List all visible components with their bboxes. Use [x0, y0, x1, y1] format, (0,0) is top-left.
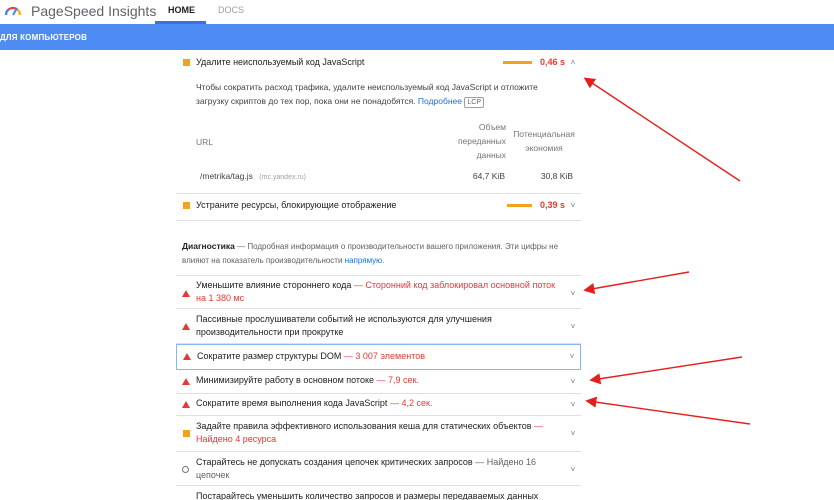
info-circle-icon: [182, 466, 189, 473]
annotation-arrow: [585, 396, 751, 425]
audit-dom-size[interactable]: Сократите размер структуры DOM — 3 007 э…: [176, 344, 581, 370]
audit-title: Сократите время выполнения кода JavaScri…: [196, 398, 433, 408]
row-transfer: 64,7 KiB: [472, 171, 505, 181]
app-title: PageSpeed Insights: [31, 3, 157, 19]
diagnostics-link[interactable]: напрямую: [345, 256, 382, 265]
audit-critical-chains[interactable]: Старайтесь не допускать создания цепочек…: [176, 452, 581, 486]
audit-title: Задайте правила эффективного использован…: [196, 421, 544, 444]
fail-triangle-icon: [182, 323, 190, 330]
audit-main-thread[interactable]: Минимизируйте работу в основном потоке —…: [176, 370, 581, 394]
savings-bar: [507, 204, 532, 207]
audit-description: Чтобы сократить расход трафика, удалите …: [196, 80, 556, 108]
item-detail: 7,9 сек.: [388, 375, 420, 385]
fail-triangle-icon: [182, 378, 190, 385]
fail-triangle-icon: [183, 353, 191, 360]
item-title: Задайте правила эффективного использован…: [196, 421, 532, 431]
top-app-bar: PageSpeed Insights HOME DOCS: [0, 0, 834, 24]
audit-render-blocking[interactable]: Устраните ресурсы, блокирующие отображен…: [176, 194, 581, 221]
audit-title: Уменьшите влияние стороннего кода — Стор…: [196, 280, 556, 303]
learn-more-link[interactable]: Подробнее: [418, 96, 462, 106]
item-detail: 4,2 сек.: [401, 398, 433, 408]
item-title: Уменьшите влияние стороннего кода: [196, 280, 352, 290]
average-square-icon: [183, 202, 190, 209]
audit-title: Постарайтесь уменьшить количество запрос…: [196, 491, 539, 500]
table-header-transfer: Объем переданных данных: [457, 122, 506, 160]
chevron-down-icon[interactable]: ˅: [569, 202, 577, 210]
audit-cache-policy[interactable]: Задайте правила эффективного использован…: [176, 416, 581, 452]
table-row: /metrika/tag.js (mc.yandex.ru): [200, 171, 306, 181]
item-title: Старайтесь не допускать создания цепочек…: [196, 457, 473, 467]
audit-title: Старайтесь не допускать создания цепочек…: [196, 457, 536, 480]
item-title: Сократите время выполнения кода JavaScri…: [196, 398, 388, 408]
audit-title[interactable]: Удалите неиспользуемый код JavaScript: [196, 56, 364, 69]
audit-resource-summary[interactable]: Постарайтесь уменьшить количество запрос…: [176, 486, 581, 500]
chevron-down-icon[interactable]: ˅: [569, 378, 577, 386]
chevron-down-icon[interactable]: ˅: [569, 401, 577, 409]
audit-title: Пассивные прослушиватели событий не испо…: [196, 314, 492, 337]
table-header-savings: Потенциальная экономия: [513, 129, 575, 153]
item-detail: Найдено 4 ресурса: [196, 434, 277, 444]
average-square-icon: [183, 430, 190, 437]
audit-title: Устраните ресурсы, блокирующие отображен…: [196, 200, 397, 210]
fail-triangle-icon: [182, 401, 190, 408]
annotation-arrow: [583, 271, 690, 295]
lcp-tag: LCP: [464, 97, 484, 108]
savings-value: 0,46 s: [540, 57, 566, 67]
tab-docs[interactable]: DOCS: [218, 5, 244, 15]
audit-js-execution[interactable]: Сократите время выполнения кода JavaScri…: [176, 394, 581, 416]
description-text: Чтобы сократить расход трафика, удалите …: [196, 82, 538, 106]
audit-unused-javascript: Удалите неиспользуемый код JavaScript 0,…: [176, 50, 581, 194]
chevron-down-icon[interactable]: ˅: [569, 323, 577, 331]
chevron-up-icon[interactable]: ˄: [569, 59, 577, 67]
tab-home[interactable]: HOME: [168, 5, 195, 15]
pagespeed-page: PageSpeed Insights HOME DOCS ДЛЯ КОМПЬЮТ…: [0, 0, 834, 500]
audit-title: Минимизируйте работу в основном потоке —…: [196, 375, 420, 385]
item-title: Минимизируйте работу в основном потоке: [196, 375, 375, 385]
device-banner: ДЛЯ КОМПЬЮТЕРОВ: [0, 24, 834, 50]
annotation-arrow: [589, 356, 743, 385]
device-label[interactable]: ДЛЯ КОМПЬЮТЕРОВ: [0, 33, 87, 42]
diagnostics-header: Диагностика — Подробная информация о про…: [182, 241, 559, 265]
item-detail: 3 007 элементов: [355, 351, 426, 361]
savings-value: 0,39 s: [540, 200, 566, 210]
audit-title: Сократите размер структуры DOM — 3 007 э…: [197, 351, 426, 361]
annotation-arrow: [583, 77, 741, 182]
audit-passive-listeners[interactable]: Пассивные прослушиватели событий не испо…: [176, 309, 581, 344]
row-host: (mc.yandex.ru): [259, 174, 306, 181]
pagespeed-logo-icon: [4, 6, 22, 16]
chevron-down-icon[interactable]: ˅: [569, 290, 577, 298]
row-savings: 30,8 KiB: [540, 171, 573, 181]
savings-bar: [503, 61, 532, 64]
table-header-url: URL: [196, 137, 214, 147]
chevron-down-icon[interactable]: ˅: [568, 353, 576, 361]
row-url[interactable]: /metrika/tag.js: [200, 171, 253, 181]
chevron-down-icon[interactable]: ˅: [569, 466, 577, 474]
item-title: Сократите размер структуры DOM: [197, 351, 342, 361]
diagnostics-title: Диагностика: [182, 241, 235, 251]
chevron-down-icon[interactable]: ˅: [569, 430, 577, 438]
audit-third-party[interactable]: Уменьшите влияние стороннего кода — Стор…: [176, 275, 581, 309]
average-square-icon: [183, 59, 190, 66]
fail-triangle-icon: [182, 290, 190, 297]
